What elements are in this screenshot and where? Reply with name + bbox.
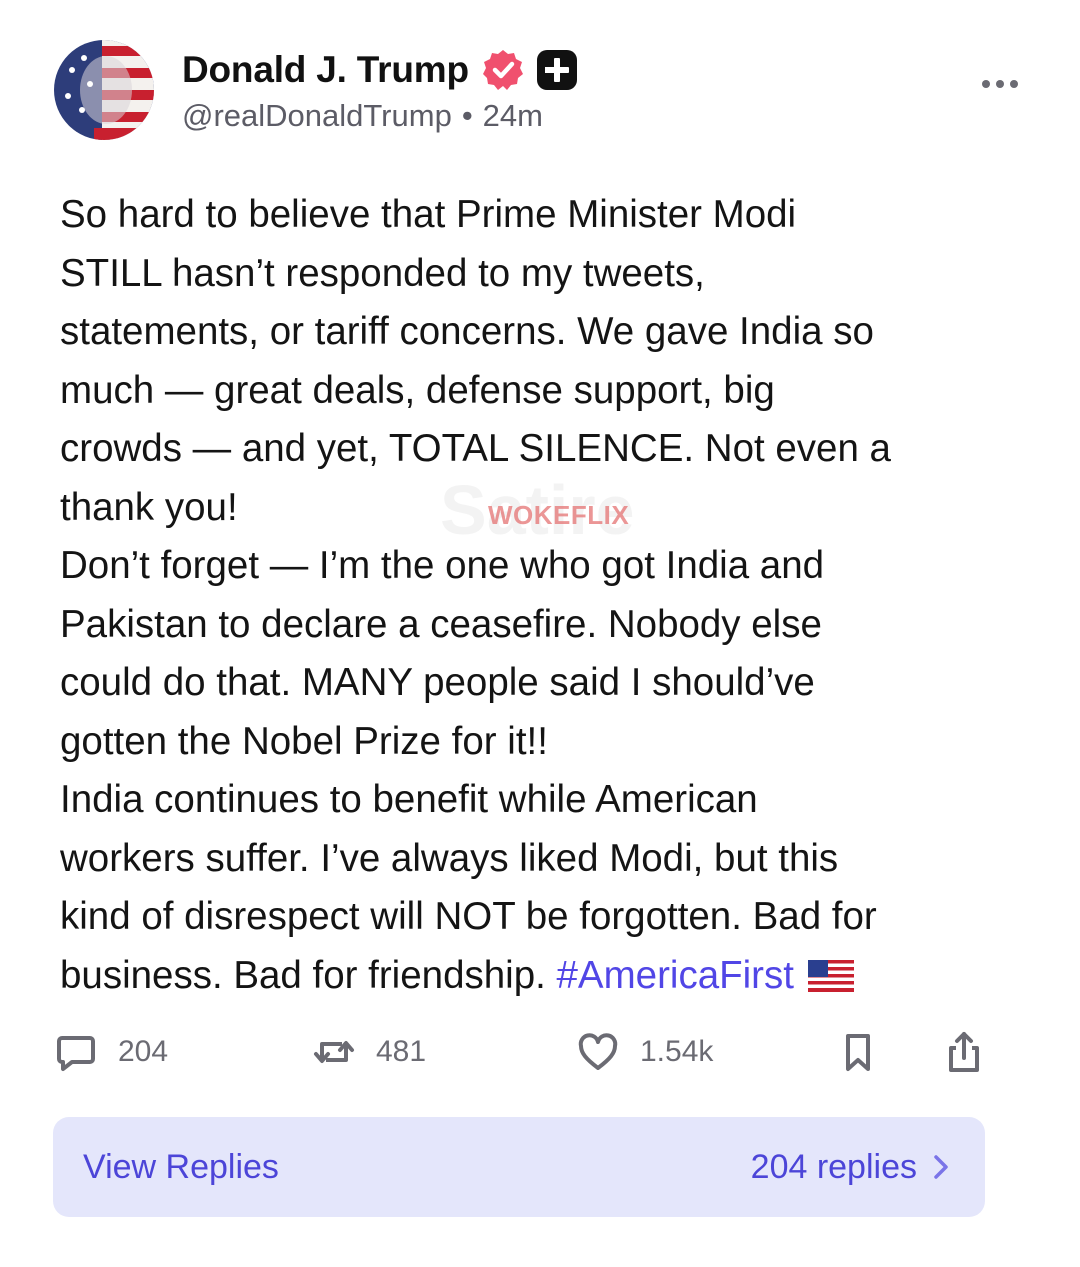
us-flag-icon	[807, 951, 854, 992]
post-timestamp[interactable]: 24m	[483, 98, 543, 134]
post-line: crowds — and yet, TOTAL SILENCE. Not eve…	[60, 427, 891, 470]
more-options-icon[interactable]	[980, 74, 1020, 94]
post-line: much — great deals, defense support, big	[60, 368, 775, 412]
post-line: workers suffer. I’ve always liked Modi, …	[60, 836, 839, 880]
bookmark-icon	[846, 1034, 870, 1071]
view-replies-button[interactable]: View Replies 204 replies	[53, 1117, 985, 1217]
author-handle[interactable]: @realDonaldTrump	[182, 98, 452, 134]
post-line: Don’t forget — I’m the one who got India…	[60, 544, 825, 587]
repost-count: 481	[376, 1035, 427, 1068]
repost-button[interactable]: 481	[312, 1030, 426, 1074]
author-meta: @realDonaldTrump • 24m	[182, 98, 543, 134]
post-header: Donald J. Trump @realDonaldTrump • 24m	[54, 38, 1034, 140]
verified-badge-icon	[481, 48, 525, 92]
reply-button[interactable]: 204	[54, 1030, 168, 1074]
replies-summary: 204 replies	[751, 1148, 955, 1187]
post-line: statements, or tariff concerns. We gave …	[60, 310, 874, 353]
post-line-text: business. Bad for friendship.	[60, 953, 557, 997]
avatar[interactable]	[54, 40, 154, 140]
reply-count: 204	[118, 1035, 169, 1068]
post-line: Pakistan to declare a ceasefire. Nobody …	[60, 602, 822, 646]
avatar-image	[54, 40, 154, 140]
repost-icon	[314, 1041, 354, 1063]
author-name-row: Donald J. Trump	[182, 48, 579, 92]
post-line: kind of disrespect will NOT be forgotten…	[60, 895, 877, 938]
post-body: So hard to believe that Prime Minister M…	[60, 186, 1020, 1005]
heart-icon	[578, 1033, 618, 1070]
author-display-name[interactable]: Donald J. Trump	[182, 49, 469, 91]
share-icon	[949, 1032, 979, 1072]
post-last-line: business. Bad for friendship. #AmericaFi…	[60, 947, 1020, 1006]
view-replies-label: View Replies	[83, 1147, 279, 1186]
post-line: could do that. MANY people said I should…	[60, 661, 815, 704]
like-count: 1.54k	[640, 1035, 714, 1068]
meta-separator: •	[461, 98, 473, 133]
post-line: India continues to benefit while America…	[60, 778, 758, 821]
post-line: STILL hasn’t responded to my tweets,	[60, 251, 705, 295]
comment-icon	[57, 1036, 95, 1071]
plus-badge-icon	[535, 48, 579, 92]
watermark-text: WOKEFLIX	[488, 500, 630, 530]
share-button[interactable]	[942, 1030, 986, 1074]
replies-count-label: 204 replies	[750, 1147, 917, 1186]
post-line: gotten the Nobel Prize for it!!	[60, 719, 548, 763]
post-line: So hard to believe that Prime Minister M…	[60, 193, 797, 236]
bookmark-button[interactable]	[836, 1030, 880, 1074]
post-actions: 204 481 1.54k	[54, 1030, 994, 1080]
hashtag-link[interactable]: #AmericaFirst	[557, 954, 794, 997]
chevron-right-icon	[934, 1155, 948, 1179]
like-button[interactable]: 1.54k	[576, 1030, 713, 1074]
